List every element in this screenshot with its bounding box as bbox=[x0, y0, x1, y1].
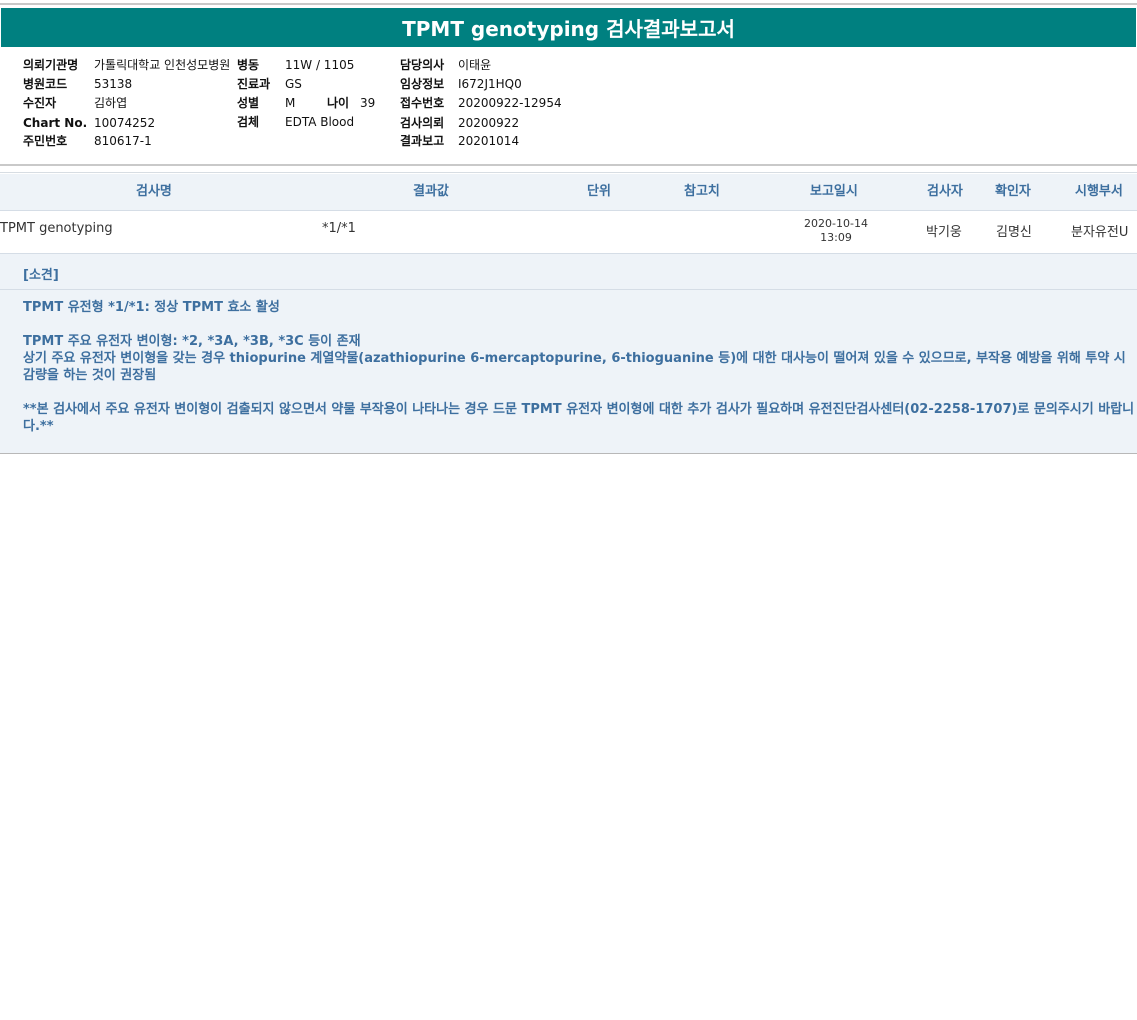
chart-no-label: Chart No. bbox=[23, 116, 88, 130]
row-tester: 박기웅 bbox=[926, 225, 962, 240]
remarks-line: TPMT 주요 유전자 변이형: *2, *3A, *3B, *3C 등이 존재 bbox=[23, 334, 361, 349]
clinical-info-value: I672J1HQ0 bbox=[458, 77, 522, 91]
header-result: 결과값 bbox=[413, 184, 449, 199]
header-unit: 단위 bbox=[587, 184, 611, 199]
report-date-value: 20201014 bbox=[458, 134, 520, 148]
specimen-value: EDTA Blood bbox=[285, 115, 355, 129]
top-rule bbox=[0, 3, 1137, 5]
ward-label: 병동 bbox=[237, 58, 260, 72]
header-verifier: 확인자 bbox=[995, 184, 1031, 199]
resident-no-label: 주민번호 bbox=[23, 134, 68, 148]
age-value: 39 bbox=[360, 96, 376, 110]
row-report-date: 2020-10-14 bbox=[804, 217, 868, 230]
header-department: 시행부서 bbox=[1075, 184, 1123, 199]
row-result: *1/*1 bbox=[322, 221, 356, 236]
ward-value: 11W / 1105 bbox=[285, 58, 355, 72]
divider bbox=[0, 172, 1137, 173]
report-title: TPMT genotyping 검사결과보고서 bbox=[1, 8, 1136, 47]
report-title-text: TPMT genotyping 검사결과보고서 bbox=[402, 17, 735, 41]
header-test-name: 검사명 bbox=[136, 184, 172, 199]
hospital-code-label: 병원코드 bbox=[23, 77, 68, 91]
remarks-line: TPMT 유전형 *1/*1: 정상 TPMT 효소 활성 bbox=[23, 300, 280, 315]
request-date-label: 검사의뢰 bbox=[400, 116, 445, 130]
row-report-time: 13:09 bbox=[820, 231, 852, 244]
row-verifier: 김명신 bbox=[996, 225, 1032, 240]
header-reference: 참고치 bbox=[684, 184, 720, 199]
request-date-value: 20200922 bbox=[458, 116, 520, 130]
clinical-info-label: 임상정보 bbox=[400, 77, 445, 91]
table-row: TPMT genotyping *1/*1 2020-10-14 13:09 박… bbox=[0, 211, 1137, 254]
header-tester: 검사자 bbox=[927, 184, 963, 199]
patient-name-label: 수진자 bbox=[23, 96, 57, 110]
doctor-label: 담당의사 bbox=[400, 58, 445, 72]
report-date-label: 결과보고 bbox=[400, 134, 445, 148]
sex-value: M bbox=[285, 96, 296, 110]
age-label: 나이 bbox=[327, 96, 350, 110]
receipt-no-label: 접수번호 bbox=[400, 96, 445, 110]
specimen-label: 검체 bbox=[237, 115, 260, 129]
remarks-header: [소견] bbox=[0, 254, 1137, 290]
divider bbox=[0, 164, 1137, 166]
patient-info-block: 의뢰기관명 가톨릭대학교 인천성모병원 병원코드 53138 수진자 김하엽 C… bbox=[0, 47, 1137, 165]
patient-name-value: 김하엽 bbox=[94, 96, 128, 110]
row-test-name: TPMT genotyping bbox=[0, 221, 113, 236]
resident-no-value: 810617-1 bbox=[94, 134, 152, 148]
institution-value: 가톨릭대학교 인천성모병원 bbox=[94, 58, 231, 72]
department-value: GS bbox=[285, 77, 302, 91]
receipt-no-value: 20200922-12954 bbox=[458, 96, 562, 110]
remarks-title: [소견] bbox=[23, 268, 59, 283]
remarks-body: TPMT 유전형 *1/*1: 정상 TPMT 효소 활성 TPMT 주요 유전… bbox=[23, 299, 1135, 435]
remarks-section: [소견] TPMT 유전형 *1/*1: 정상 TPMT 효소 활성 TPMT … bbox=[0, 254, 1137, 454]
remarks-line: **본 검사에서 주요 유전자 변이형이 검출되지 않으면서 약물 부작용이 나… bbox=[23, 402, 1135, 434]
hospital-code-value: 53138 bbox=[94, 77, 133, 91]
chart-no-value: 10074252 bbox=[94, 116, 156, 130]
row-department: 분자유전U bbox=[1071, 225, 1129, 240]
header-report-datetime: 보고일시 bbox=[810, 184, 858, 199]
results-table-header: 검사명 결과값 단위 참고치 보고일시 검사자 확인자 시행부서 bbox=[0, 174, 1137, 211]
doctor-value: 이태윤 bbox=[458, 58, 492, 72]
row-report-datetime: 2020-10-14 13:09 bbox=[796, 217, 876, 245]
remarks-line: 상기 주요 유전자 변이형을 갖는 경우 thiopurine 계열약물(aza… bbox=[23, 351, 1126, 383]
department-label: 진료과 bbox=[237, 77, 271, 91]
sex-label: 성별 bbox=[237, 96, 260, 110]
institution-label: 의뢰기관명 bbox=[23, 58, 79, 72]
